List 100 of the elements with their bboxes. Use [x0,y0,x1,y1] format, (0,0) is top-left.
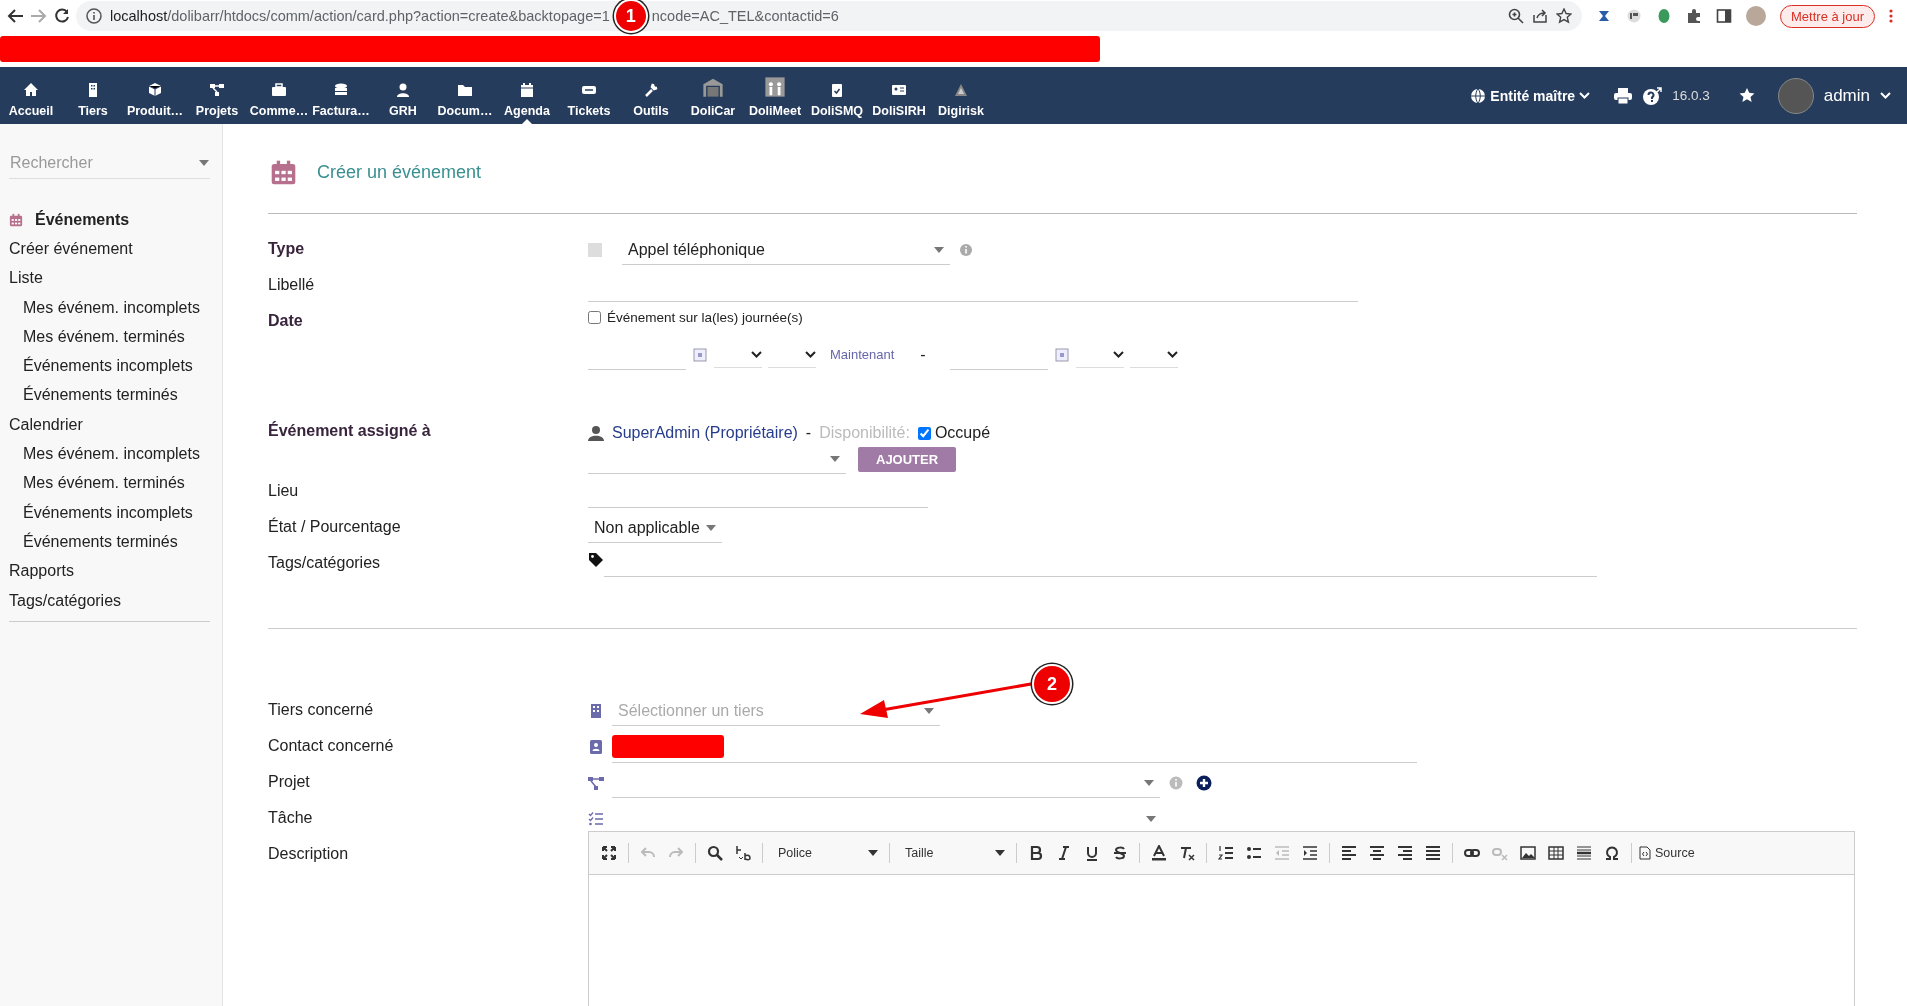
nav-tab[interactable]: Produit… [124,67,186,124]
size-dropdown[interactable]: Taille [897,841,1009,865]
zoom-icon[interactable] [1508,8,1524,24]
nav-tab[interactable]: DoliCar [682,67,744,124]
version-label: 16.0.3 [1672,88,1710,103]
field-label: Date [268,312,303,330]
sidebar-item[interactable]: Tags/catégories [9,591,122,610]
menu-title[interactable]: Événements [35,210,130,229]
help-icon[interactable] [1642,86,1663,105]
puzzle-icon[interactable] [1686,8,1702,24]
justify-icon[interactable] [1425,845,1441,861]
star-icon[interactable] [1556,8,1572,24]
nav-tab[interactable]: DoliSIRH [868,67,930,124]
clear-format-icon[interactable] [1179,845,1195,861]
caret-icon [995,850,1005,856]
nav-tab[interactable]: Docum… [434,67,496,124]
numbered-list-icon[interactable] [1218,845,1234,861]
triangle-icon [953,82,969,98]
address-bar[interactable]: localhost/dolibarr/htdocs/comm/action/card.php?action=create&backtopage=1 1 ncode=AC_TEL&contactid=6 [76,1,1582,31]
extension-icon[interactable] [1596,8,1612,24]
caret-icon [1144,779,1154,786]
now-link[interactable]: Maintenant [830,347,895,362]
nav-tab[interactable]: Agenda [496,67,558,124]
nav-tab[interactable]: Accueil [0,67,62,124]
replace-icon[interactable] [735,845,751,861]
update-button[interactable]: Mettre à jour [1780,4,1875,28]
field-label: Type [268,240,305,258]
text-color-icon[interactable] [1151,845,1167,861]
calendar-icon [519,82,535,98]
calendar-icon [270,158,297,186]
nav-tab[interactable]: Tiers [62,67,124,124]
nav-tab[interactable]: DoliSMQ [806,67,868,124]
star-icon[interactable] [1737,87,1756,104]
sidebar-item[interactable]: Événements terminés [23,532,178,551]
rich-text-editor[interactable]: Police Taille Source [588,831,1855,1006]
sidebar-item[interactable]: Créer événement [9,239,133,258]
nav-tab[interactable]: Comme… [248,67,310,124]
user-avatar[interactable] [1777,77,1814,114]
source-button[interactable]: Source [1639,841,1695,865]
extension-icon[interactable] [1656,8,1672,24]
calendar-icon [692,346,708,363]
nav-tab[interactable]: Factura… [310,67,372,124]
image-icon[interactable] [1520,845,1536,861]
checklist-icon [588,811,604,827]
sidebar-item[interactable]: Événements incomplets [23,357,193,376]
side-panel-icon[interactable] [1716,8,1732,24]
nav-tab[interactable]: GRH [372,67,434,124]
user-link[interactable]: SuperAdmin (Propriétaire) [612,424,798,442]
sidebar-item[interactable]: Liste [9,269,43,288]
user-name[interactable]: admin [1823,85,1870,106]
chevron-icon [1880,92,1891,99]
annotation-marker: 2 [1032,664,1072,704]
reload-icon[interactable] [54,8,70,24]
nav-tab[interactable]: Digirisk [930,67,992,124]
maximize-icon[interactable] [601,845,617,861]
caret-icon [706,524,716,531]
nav-tab[interactable]: Projets [186,67,248,124]
underline-icon[interactable] [1084,845,1100,861]
nav-tab[interactable]: DoliMeet [744,67,806,124]
horizontal-rule-icon[interactable] [1576,845,1592,861]
bold-icon[interactable] [1028,845,1044,861]
checkbox[interactable] [917,426,931,440]
field-label: Tâche [268,809,313,827]
sidebar-item[interactable]: Mes événem. terminés [23,327,185,346]
checkbox-label: Événement sur la(les) journée(s) [607,310,803,325]
type-select[interactable]: Appel téléphonique [622,235,950,265]
align-right-icon[interactable] [1397,845,1413,861]
indent-icon[interactable] [1302,845,1318,861]
align-center-icon[interactable] [1369,845,1385,861]
sidebar-item[interactable]: Événements terminés [23,386,178,405]
caret-icon [924,707,934,714]
table-icon[interactable] [1548,845,1564,861]
field-label: Lieu [268,482,299,500]
font-dropdown[interactable]: Police [770,841,882,865]
back-icon[interactable] [6,8,24,24]
omega-icon[interactable] [1604,845,1620,861]
extension-icon[interactable] [1626,8,1642,24]
chevron-icon [805,350,816,358]
share-icon[interactable] [1532,8,1548,24]
nav-tab[interactable]: Tickets [558,67,620,124]
sidebar-item[interactable]: Mes événem. incomplets [23,298,200,317]
strikethrough-icon[interactable] [1112,845,1128,861]
bullet-list-icon[interactable] [1246,845,1262,861]
sidebar-item[interactable]: Rapports [9,562,74,581]
sidebar-item[interactable]: Événements incomplets [23,503,193,522]
chevron-icon [751,350,762,358]
entity-selector[interactable]: Entité maître [1470,87,1591,104]
italic-icon[interactable] [1056,845,1072,861]
checkbox[interactable] [588,311,601,324]
search-icon[interactable] [707,845,723,861]
status-select[interactable]: Non applicable [588,513,722,543]
field-label: Description [268,845,349,863]
sidebar-item[interactable]: Calendrier [9,415,83,434]
nav-tab[interactable]: Outils [620,67,682,124]
print-icon[interactable] [1614,87,1633,104]
sidebar-item[interactable]: Mes événem. terminés [23,474,185,493]
sidebar-item[interactable]: Mes événem. incomplets [23,445,200,463]
add-icon[interactable] [1196,775,1212,791]
align-left-icon[interactable] [1341,845,1357,861]
menu-icon[interactable] [1889,9,1893,23]
